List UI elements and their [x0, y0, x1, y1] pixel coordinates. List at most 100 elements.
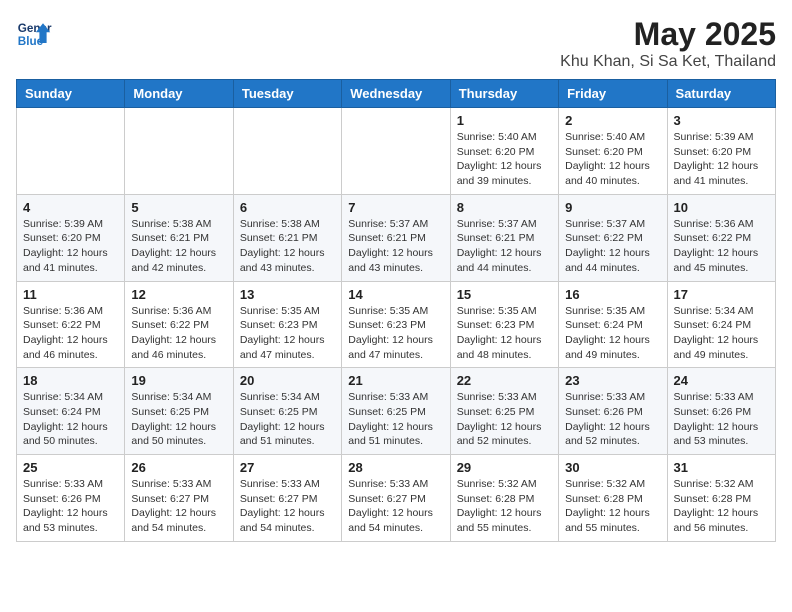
title-area: May 2025 Khu Khan, Si Sa Ket, Thailand: [560, 16, 776, 71]
calendar-cell: 1 Sunrise: 5:40 AM Sunset: 6:20 PM Daylig…: [450, 108, 558, 195]
calendar-cell: [125, 108, 233, 195]
day-number: 24: [674, 373, 769, 388]
weekday-monday: Monday: [125, 80, 233, 108]
calendar-cell: 10 Sunrise: 5:36 AM Sunset: 6:22 PM Dayli…: [667, 194, 775, 281]
day-info: Sunrise: 5:33 AM Sunset: 6:25 PM Dayligh…: [348, 390, 443, 449]
day-info: Sunrise: 5:32 AM Sunset: 6:28 PM Dayligh…: [565, 477, 660, 536]
day-number: 27: [240, 460, 335, 475]
weekday-wednesday: Wednesday: [342, 80, 450, 108]
day-number: 12: [131, 287, 226, 302]
day-number: 19: [131, 373, 226, 388]
weekday-friday: Friday: [559, 80, 667, 108]
calendar-week-1: 1 Sunrise: 5:40 AM Sunset: 6:20 PM Daylig…: [17, 108, 776, 195]
month-title: May 2025: [560, 16, 776, 53]
day-number: 13: [240, 287, 335, 302]
calendar-cell: 26 Sunrise: 5:33 AM Sunset: 6:27 PM Dayli…: [125, 455, 233, 542]
calendar-cell: 12 Sunrise: 5:36 AM Sunset: 6:22 PM Dayli…: [125, 281, 233, 368]
calendar-cell: 11 Sunrise: 5:36 AM Sunset: 6:22 PM Dayli…: [17, 281, 125, 368]
calendar-body: 1 Sunrise: 5:40 AM Sunset: 6:20 PM Daylig…: [17, 108, 776, 542]
day-number: 6: [240, 200, 335, 215]
day-info: Sunrise: 5:36 AM Sunset: 6:22 PM Dayligh…: [23, 304, 118, 363]
calendar-cell: 22Sunrise: 5:33 AM Sunset: 6:25 PM Dayli…: [450, 368, 558, 455]
calendar-cell: 15 Sunrise: 5:35 AM Sunset: 6:23 PM Dayli…: [450, 281, 558, 368]
weekday-saturday: Saturday: [667, 80, 775, 108]
day-info: Sunrise: 5:40 AM Sunset: 6:20 PM Dayligh…: [457, 130, 552, 189]
day-info: Sunrise: 5:36 AM Sunset: 6:22 PM Dayligh…: [674, 217, 769, 276]
day-number: 10: [674, 200, 769, 215]
calendar-cell: 21 Sunrise: 5:33 AM Sunset: 6:25 PM Dayli…: [342, 368, 450, 455]
day-info: Sunrise: 5:33 AM Sunset: 6:27 PM Dayligh…: [131, 477, 226, 536]
calendar-cell: [342, 108, 450, 195]
calendar-table: SundayMondayTuesdayWednesdayThursdayFrid…: [16, 79, 776, 542]
day-number: 7: [348, 200, 443, 215]
day-info: Sunrise: 5:33 AM Sunset: 6:27 PM Dayligh…: [240, 477, 335, 536]
calendar-cell: 25 Sunrise: 5:33 AM Sunset: 6:26 PM Dayli…: [17, 455, 125, 542]
day-number: 2: [565, 113, 660, 128]
calendar-week-3: 11 Sunrise: 5:36 AM Sunset: 6:22 PM Dayli…: [17, 281, 776, 368]
day-number: 25: [23, 460, 118, 475]
calendar-cell: [233, 108, 341, 195]
day-info: Sunrise: 5:35 AM Sunset: 6:23 PM Dayligh…: [348, 304, 443, 363]
day-info: Sunrise: 5:37 AM Sunset: 6:21 PM Dayligh…: [457, 217, 552, 276]
header: General Blue May 2025 Khu Khan, Si Sa Ke…: [16, 16, 776, 71]
day-info: Sunrise: 5:34 AM Sunset: 6:24 PM Dayligh…: [674, 304, 769, 363]
day-info: Sunrise: 5:35 AM Sunset: 6:23 PM Dayligh…: [240, 304, 335, 363]
calendar-cell: 31Sunrise: 5:32 AM Sunset: 6:28 PM Dayli…: [667, 455, 775, 542]
day-info: Sunrise: 5:39 AM Sunset: 6:20 PM Dayligh…: [674, 130, 769, 189]
calendar-cell: 24Sunrise: 5:33 AM Sunset: 6:26 PM Dayli…: [667, 368, 775, 455]
calendar-cell: 13 Sunrise: 5:35 AM Sunset: 6:23 PM Dayli…: [233, 281, 341, 368]
day-number: 29: [457, 460, 552, 475]
calendar-cell: 3Sunrise: 5:39 AM Sunset: 6:20 PM Daylig…: [667, 108, 775, 195]
calendar-cell: 30 Sunrise: 5:32 AM Sunset: 6:28 PM Dayli…: [559, 455, 667, 542]
day-info: Sunrise: 5:35 AM Sunset: 6:23 PM Dayligh…: [457, 304, 552, 363]
calendar-cell: [17, 108, 125, 195]
day-number: 21: [348, 373, 443, 388]
day-number: 5: [131, 200, 226, 215]
day-info: Sunrise: 5:33 AM Sunset: 6:26 PM Dayligh…: [23, 477, 118, 536]
logo: General Blue: [16, 16, 52, 52]
weekday-tuesday: Tuesday: [233, 80, 341, 108]
day-info: Sunrise: 5:34 AM Sunset: 6:25 PM Dayligh…: [240, 390, 335, 449]
weekday-sunday: Sunday: [17, 80, 125, 108]
calendar-week-5: 25 Sunrise: 5:33 AM Sunset: 6:26 PM Dayli…: [17, 455, 776, 542]
day-number: 11: [23, 287, 118, 302]
day-info: Sunrise: 5:39 AM Sunset: 6:20 PM Dayligh…: [23, 217, 118, 276]
calendar-cell: 19 Sunrise: 5:34 AM Sunset: 6:25 PM Dayli…: [125, 368, 233, 455]
calendar-week-2: 4 Sunrise: 5:39 AM Sunset: 6:20 PM Daylig…: [17, 194, 776, 281]
logo-icon: General Blue: [16, 16, 52, 52]
day-number: 22: [457, 373, 552, 388]
day-info: Sunrise: 5:34 AM Sunset: 6:25 PM Dayligh…: [131, 390, 226, 449]
calendar-cell: 7Sunrise: 5:37 AM Sunset: 6:21 PM Daylig…: [342, 194, 450, 281]
day-info: Sunrise: 5:35 AM Sunset: 6:24 PM Dayligh…: [565, 304, 660, 363]
day-info: Sunrise: 5:40 AM Sunset: 6:20 PM Dayligh…: [565, 130, 660, 189]
calendar-cell: 17Sunrise: 5:34 AM Sunset: 6:24 PM Dayli…: [667, 281, 775, 368]
day-number: 1: [457, 113, 552, 128]
day-info: Sunrise: 5:38 AM Sunset: 6:21 PM Dayligh…: [131, 217, 226, 276]
day-info: Sunrise: 5:33 AM Sunset: 6:27 PM Dayligh…: [348, 477, 443, 536]
calendar-cell: 18Sunrise: 5:34 AM Sunset: 6:24 PM Dayli…: [17, 368, 125, 455]
day-number: 4: [23, 200, 118, 215]
day-number: 8: [457, 200, 552, 215]
day-number: 31: [674, 460, 769, 475]
calendar-cell: 2 Sunrise: 5:40 AM Sunset: 6:20 PM Daylig…: [559, 108, 667, 195]
day-info: Sunrise: 5:33 AM Sunset: 6:26 PM Dayligh…: [565, 390, 660, 449]
day-number: 18: [23, 373, 118, 388]
day-number: 28: [348, 460, 443, 475]
day-number: 26: [131, 460, 226, 475]
day-number: 14: [348, 287, 443, 302]
day-info: Sunrise: 5:32 AM Sunset: 6:28 PM Dayligh…: [457, 477, 552, 536]
calendar-cell: 20 Sunrise: 5:34 AM Sunset: 6:25 PM Dayli…: [233, 368, 341, 455]
calendar-week-4: 18Sunrise: 5:34 AM Sunset: 6:24 PM Dayli…: [17, 368, 776, 455]
calendar-cell: 5 Sunrise: 5:38 AM Sunset: 6:21 PM Daylig…: [125, 194, 233, 281]
day-info: Sunrise: 5:36 AM Sunset: 6:22 PM Dayligh…: [131, 304, 226, 363]
day-info: Sunrise: 5:38 AM Sunset: 6:21 PM Dayligh…: [240, 217, 335, 276]
day-info: Sunrise: 5:37 AM Sunset: 6:22 PM Dayligh…: [565, 217, 660, 276]
day-number: 30: [565, 460, 660, 475]
day-number: 20: [240, 373, 335, 388]
calendar-cell: 14 Sunrise: 5:35 AM Sunset: 6:23 PM Dayli…: [342, 281, 450, 368]
location-title: Khu Khan, Si Sa Ket, Thailand: [560, 53, 776, 71]
calendar-cell: 28 Sunrise: 5:33 AM Sunset: 6:27 PM Dayli…: [342, 455, 450, 542]
calendar-cell: 6 Sunrise: 5:38 AM Sunset: 6:21 PM Daylig…: [233, 194, 341, 281]
day-number: 23: [565, 373, 660, 388]
day-number: 15: [457, 287, 552, 302]
